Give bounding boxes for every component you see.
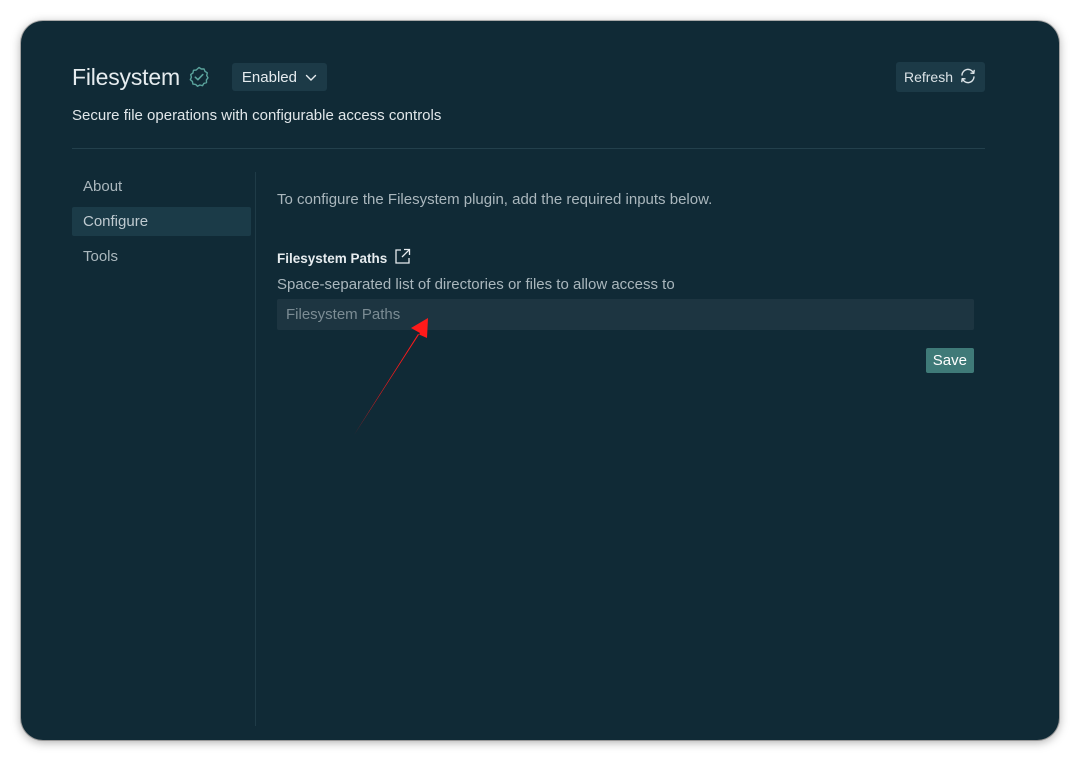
configure-intro: To configure the Filesystem plugin, add … <box>277 191 713 208</box>
filesystem-paths-label: Filesystem Paths <box>277 250 388 266</box>
refresh-icon <box>959 68 977 87</box>
plugin-header: Filesystem Enabled Refresh <box>72 59 985 95</box>
plugin-description: Secure file operations with configurable… <box>72 107 442 124</box>
verified-badge-icon <box>188 66 210 88</box>
status-dropdown-label: Enabled <box>241 68 297 86</box>
external-link-icon[interactable] <box>394 248 411 268</box>
plugin-window: Filesystem Enabled Refresh Secure file o… <box>21 21 1059 740</box>
save-row: Save <box>277 348 974 373</box>
configure-panel: To configure the Filesystem plugin, add … <box>277 191 974 373</box>
sidebar-item-tools[interactable]: Tools <box>72 242 251 271</box>
filesystem-paths-description: Space-separated list of directories or f… <box>277 276 675 293</box>
refresh-button-label: Refresh <box>903 69 953 85</box>
plugin-title: Filesystem <box>72 63 180 90</box>
sidebar-divider <box>255 172 256 726</box>
field-label-row: Filesystem Paths <box>277 248 974 268</box>
filesystem-paths-input[interactable] <box>277 299 974 330</box>
save-button[interactable]: Save <box>925 348 974 373</box>
refresh-button[interactable]: Refresh <box>895 62 985 92</box>
sidebar-item-configure[interactable]: Configure <box>72 207 251 236</box>
header-divider <box>72 148 985 149</box>
status-dropdown[interactable]: Enabled <box>231 63 327 91</box>
chevron-down-icon <box>305 69 317 86</box>
plugin-sidebar: About Configure Tools <box>72 172 251 277</box>
sidebar-item-about[interactable]: About <box>72 172 251 201</box>
